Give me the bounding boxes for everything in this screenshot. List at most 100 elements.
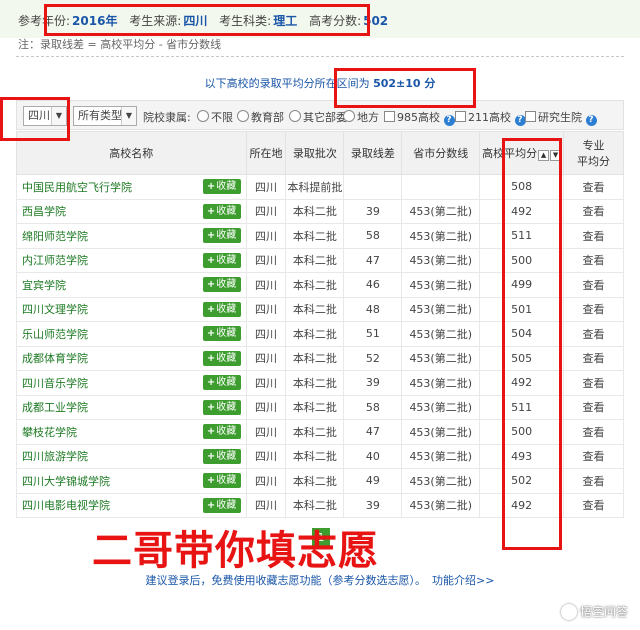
school-name[interactable]: 绵阳师范学院 xyxy=(22,230,88,243)
school-name-cell[interactable]: 中国民用航空飞行学院 +收藏 xyxy=(16,174,247,200)
school-name-cell[interactable]: 内江师范学院 +收藏 xyxy=(16,247,247,273)
school-name[interactable]: 内江师范学院 xyxy=(22,254,88,267)
school-name[interactable]: 攀枝花学院 xyxy=(22,426,77,439)
school-name[interactable]: 四川文理学院 xyxy=(22,303,88,316)
province-line-cell: 453(第二批) xyxy=(401,419,481,445)
dropdown-arrow-icon: ▼ xyxy=(121,107,136,125)
checkbox xyxy=(525,111,536,122)
batch-cell: 本科二批 xyxy=(285,419,345,445)
school-name-cell[interactable]: 成都工业学院 +收藏 xyxy=(16,394,247,420)
favorite-button[interactable]: +收藏 xyxy=(202,350,241,366)
school-name[interactable]: 宜宾学院 xyxy=(22,279,66,292)
view-major-link[interactable]: 查看 xyxy=(563,419,624,445)
favorite-label: 收藏 xyxy=(216,401,237,413)
school-name[interactable]: 中国民用航空飞行学院 xyxy=(22,181,132,194)
plus-icon: + xyxy=(206,377,216,388)
favorite-button[interactable]: +收藏 xyxy=(202,424,241,439)
school-name-cell[interactable]: 四川旅游学院 +收藏 xyxy=(16,443,247,469)
province-line-cell: 453(第二批) xyxy=(401,272,481,298)
plus-icon: + xyxy=(206,426,216,437)
help-icon[interactable]: ? xyxy=(585,115,597,126)
view-major-link[interactable]: 查看 xyxy=(563,296,624,322)
check-211[interactable]: 211高校 ? xyxy=(455,109,526,126)
favorite-button[interactable]: +收藏 xyxy=(202,252,241,268)
radio-local[interactable]: 地方 xyxy=(343,109,379,125)
radio-other-ministry[interactable]: 其它部委 xyxy=(289,109,347,125)
favorite-button[interactable]: +收藏 xyxy=(202,179,241,194)
radio-circle xyxy=(197,110,209,122)
school-name[interactable]: 四川音乐学院 xyxy=(22,377,88,390)
school-name[interactable]: 乐山师范学院 xyxy=(22,328,88,341)
view-major-link[interactable]: 查看 xyxy=(563,223,624,249)
location-cell: 四川 xyxy=(245,321,287,347)
school-name-cell[interactable]: 西昌学院 +收藏 xyxy=(16,198,247,224)
favorite-button[interactable]: +收藏 xyxy=(202,473,241,488)
view-major-link[interactable]: 查看 xyxy=(563,492,624,518)
score-range: 以下高校的录取平均分所在区间为 502±10 分 xyxy=(0,75,640,91)
batch-cell: 本科二批 xyxy=(285,345,345,371)
school-name-cell[interactable]: 四川音乐学院 +收藏 xyxy=(16,370,247,396)
help-icon[interactable]: ? xyxy=(443,115,455,126)
view-major-link[interactable]: 查看 xyxy=(563,174,624,200)
school-name-cell[interactable]: 四川文理学院 +收藏 xyxy=(16,296,247,322)
province-line-cell: 453(第二批) xyxy=(401,492,481,518)
radio-any[interactable]: 不限 xyxy=(197,109,233,125)
diff-cell: 46 xyxy=(343,272,403,298)
school-name-cell[interactable]: 攀枝花学院 +收藏 xyxy=(16,419,247,445)
view-major-link[interactable]: 查看 xyxy=(563,443,624,469)
check-211-label: 211高校 xyxy=(468,111,511,124)
help-icon[interactable]: ? xyxy=(514,115,526,126)
check-grad[interactable]: 研究生院 ? xyxy=(525,109,597,126)
view-major-link[interactable]: 查看 xyxy=(563,247,624,273)
location-cell: 四川 xyxy=(245,492,287,518)
overlay-caption: 二哥带你填志愿 xyxy=(92,528,379,574)
school-name-cell[interactable]: 成都体育学院 +收藏 xyxy=(16,345,247,371)
school-name[interactable]: 成都工业学院 xyxy=(22,401,88,414)
favorite-button[interactable]: +收藏 xyxy=(202,375,241,390)
school-name[interactable]: 四川旅游学院 xyxy=(22,450,88,463)
favorite-button[interactable]: +收藏 xyxy=(202,448,241,464)
school-name-cell[interactable]: 宜宾学院 +收藏 xyxy=(16,272,247,298)
school-name-cell[interactable]: 绵阳师范学院 +收藏 xyxy=(16,223,247,249)
radio-ministry[interactable]: 教育部 xyxy=(237,109,284,125)
school-name[interactable]: 四川电影电视学院 xyxy=(22,499,110,512)
school-name-cell[interactable]: 四川电影电视学院 +收藏 xyxy=(16,492,247,518)
plus-icon: + xyxy=(206,450,216,462)
col-province-line: 省市分数线 xyxy=(401,131,481,175)
favorite-button[interactable]: +收藏 xyxy=(202,399,241,415)
location-cell: 四川 xyxy=(245,247,287,273)
diff-cell: 52 xyxy=(343,345,403,371)
favorite-label: 收藏 xyxy=(216,205,237,217)
type-select[interactable]: 所有类型 ▼ xyxy=(73,106,137,126)
school-name-cell[interactable]: 四川大学锦城学院 +收藏 xyxy=(16,468,247,494)
location-cell: 四川 xyxy=(245,419,287,445)
favorite-button[interactable]: +收藏 xyxy=(202,326,241,341)
province-line-cell: 453(第二批) xyxy=(401,394,481,420)
favorite-button[interactable]: +收藏 xyxy=(202,203,241,219)
favorite-button[interactable]: +收藏 xyxy=(202,277,241,292)
radio-local-label: 地方 xyxy=(357,111,379,124)
view-major-link[interactable]: 查看 xyxy=(563,198,624,224)
location-cell: 四川 xyxy=(245,174,287,200)
diff-cell: 58 xyxy=(343,223,403,249)
check-985[interactable]: 985高校 ? xyxy=(384,109,455,126)
view-major-link[interactable]: 查看 xyxy=(563,370,624,396)
radio-circle xyxy=(289,110,301,122)
feature-intro-link[interactable]: 功能介绍>> xyxy=(432,574,494,587)
view-major-link[interactable]: 查看 xyxy=(563,468,624,494)
footer-text: 建议登录后，免费使用收藏志愿功能（参考分数选志愿）。 xyxy=(145,574,427,587)
school-name-cell[interactable]: 乐山师范学院 +收藏 xyxy=(16,321,247,347)
view-major-link[interactable]: 查看 xyxy=(563,345,624,371)
favorite-button[interactable]: +收藏 xyxy=(202,301,241,317)
view-major-link[interactable]: 查看 xyxy=(563,272,624,298)
school-name[interactable]: 西昌学院 xyxy=(22,205,66,218)
favorite-button[interactable]: +收藏 xyxy=(202,497,241,513)
school-name[interactable]: 成都体育学院 xyxy=(22,352,88,365)
diff-cell: 39 xyxy=(343,370,403,396)
view-major-link[interactable]: 查看 xyxy=(563,394,624,420)
favorite-label: 收藏 xyxy=(216,426,237,437)
view-major-link[interactable]: 查看 xyxy=(563,321,624,347)
favorite-button[interactable]: +收藏 xyxy=(202,228,241,243)
school-name[interactable]: 四川大学锦城学院 xyxy=(22,475,110,488)
location-cell: 四川 xyxy=(245,394,287,420)
